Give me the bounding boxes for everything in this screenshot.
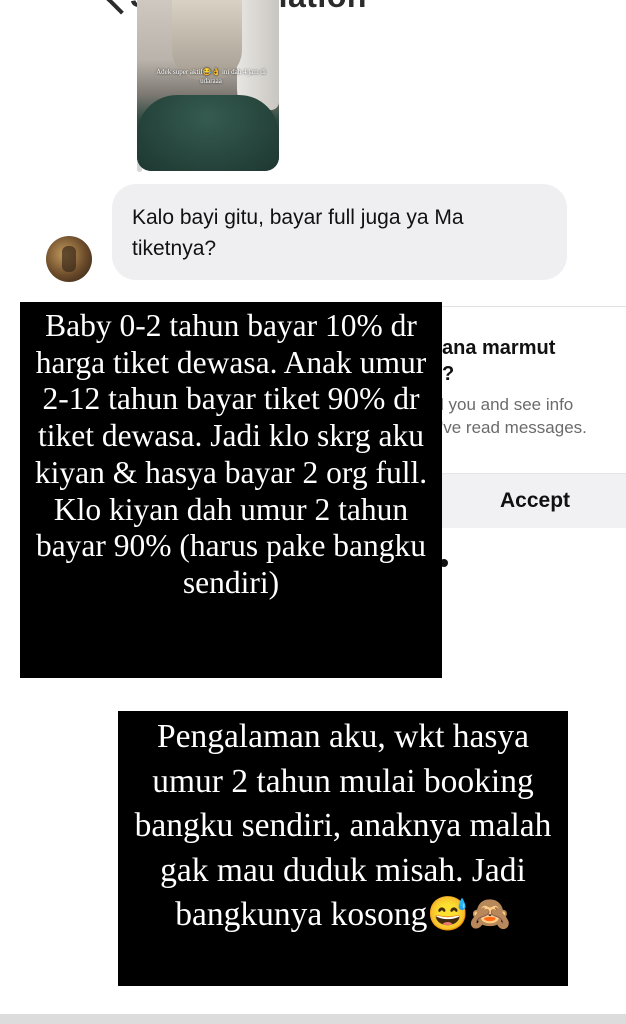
sender-avatar[interactable] [46, 236, 92, 282]
request-info: l you and see info 've read messages. [440, 393, 626, 439]
overlay-2-text: Pengalaman aku, wkt hasya umur 2 tahun m… [134, 718, 552, 933]
request-info-line1: l you and see info [440, 395, 574, 414]
story-reply-thumbnail[interactable]: Adek super aktif😂👌 ini dah 4 jam di udar… [137, 0, 279, 171]
request-title: ana marmut [442, 337, 556, 359]
overlay-1-text: Baby 0-2 tahun bayar 10% dr harga tiket … [34, 308, 428, 600]
message-text: Kalo bayi gitu, bayar full juga ya Ma ti… [132, 206, 464, 260]
blanket-image [137, 95, 279, 171]
accept-area: Accept [430, 473, 626, 528]
story-text-overlay-2: Pengalaman aku, wkt hasya umur 2 tahun m… [118, 711, 568, 986]
accept-button[interactable]: Accept [430, 474, 626, 528]
request-info-line2: 've read messages. [440, 418, 587, 437]
bottom-bar [0, 1014, 626, 1024]
message-request-card: ana marmut ? l you and see info 've read… [430, 306, 626, 528]
story-caption: Adek super aktif😂👌 ini dah 4 jam di udar… [156, 68, 266, 85]
story-text-overlay-1: Baby 0-2 tahun bayar 10% dr harga tiket … [20, 302, 442, 678]
message-bubble[interactable]: Kalo bayi gitu, bayar full juga ya Ma ti… [112, 184, 567, 280]
request-title-line2: ? [442, 363, 455, 385]
airplane-seat-image [237, 0, 279, 110]
